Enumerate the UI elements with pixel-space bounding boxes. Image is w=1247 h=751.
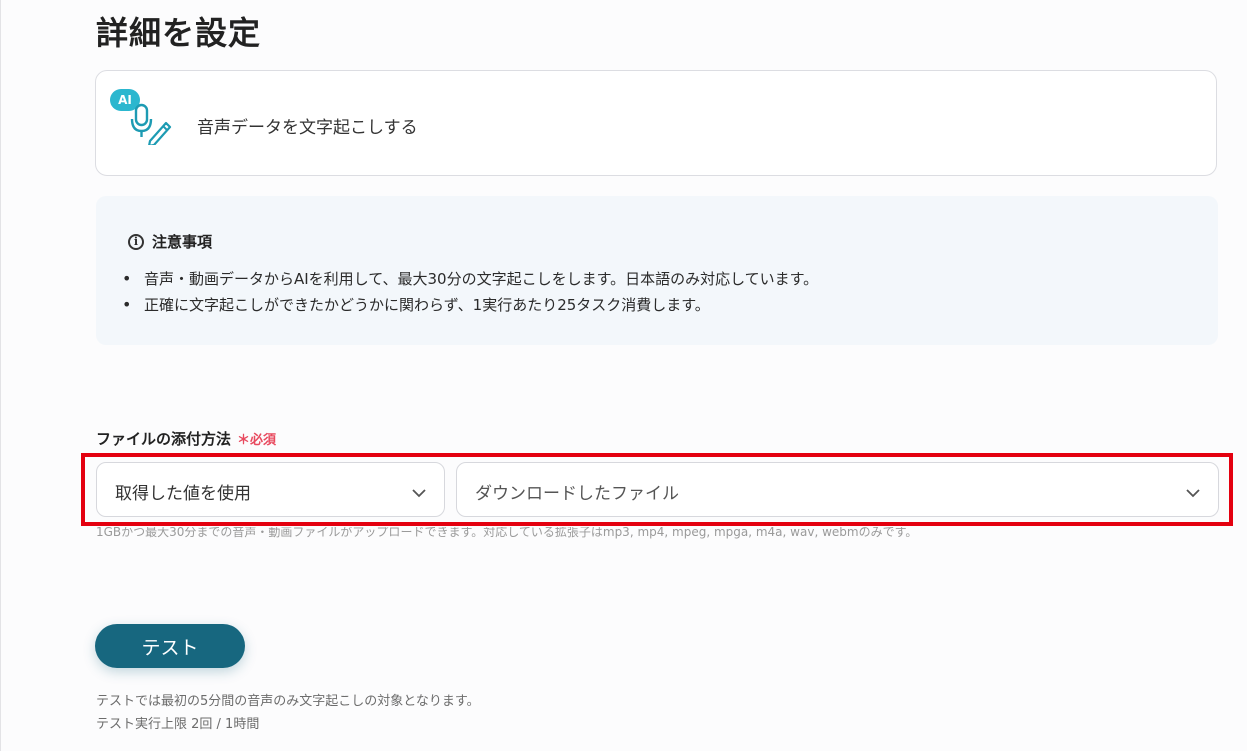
- attachment-method-label-text: ファイルの添付方法: [96, 430, 232, 448]
- notice-panel: i 注意事項 音声・動画データからAIを利用して、最大30分の文字起こしをします…: [96, 196, 1218, 345]
- microphone-pen-icon: AI: [110, 89, 176, 151]
- attachment-method-value: 取得した値を使用: [115, 484, 251, 504]
- attachment-helper-text: 1GBかつ最大30分までの音声・動画ファイルがアップロードできます。対応している…: [96, 527, 918, 539]
- attachment-method-label: ファイルの添付方法 ＊必須: [96, 428, 276, 449]
- attachment-file-value: ダウンロードしたファイル: [475, 484, 679, 504]
- notice-item: 正確に文字起こしができたかどうかに関わらず、1実行あたり25タスク消費します。: [122, 292, 818, 318]
- attachment-method-select[interactable]: 取得した値を使用: [96, 462, 445, 517]
- notice-list: 音声・動画データからAIを利用して、最大30分の文字起こしをします。日本語のみ対…: [122, 266, 818, 318]
- test-note-line1: テストでは最初の5分間の音声のみ文字起こしの対象となります。: [96, 694, 480, 709]
- chevron-down-icon: [412, 483, 426, 502]
- required-badge: ＊必須: [237, 433, 277, 448]
- attachment-file-select[interactable]: ダウンロードしたファイル: [456, 462, 1219, 517]
- notice-item: 音声・動画データからAIを利用して、最大30分の文字起こしをします。日本語のみ対…: [122, 266, 818, 292]
- test-note-line2: テスト実行上限 2回 / 1時間: [96, 717, 260, 732]
- notice-title: 注意事項: [152, 233, 213, 251]
- test-button[interactable]: テスト: [95, 624, 245, 668]
- notice-header: i 注意事項: [128, 231, 212, 252]
- left-border: [0, 0, 1, 751]
- action-label: 音声データを文字起こしする: [197, 118, 418, 138]
- page-title: 詳細を設定: [96, 14, 262, 52]
- chevron-down-icon: [1186, 483, 1200, 502]
- action-card: AI 音声データを文字起こしする: [95, 70, 1217, 176]
- info-icon: i: [128, 233, 144, 250]
